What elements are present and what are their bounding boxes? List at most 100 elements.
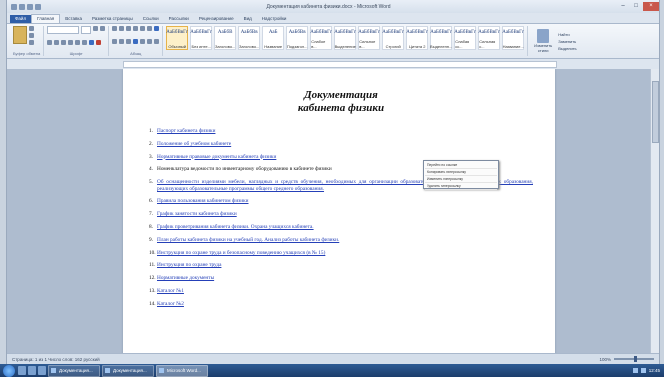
tab-view[interactable]: Вид xyxy=(239,15,257,23)
font-size-box[interactable] xyxy=(81,26,92,34)
hyperlink-context-popup[interactable]: Перейти по ссылке Копировать гиперссылку И… xyxy=(423,160,499,190)
style-item[interactable]: АаБбВвГг Без инте... xyxy=(190,26,213,50)
taskbar-item-active[interactable]: Microsoft Word... xyxy=(156,364,208,377)
list-item-link[interactable]: Нормативные документы xyxy=(157,275,214,281)
paste-icon[interactable] xyxy=(13,26,27,44)
explorer-icon[interactable] xyxy=(18,366,26,375)
find-button[interactable]: Найти xyxy=(558,32,576,37)
scrollbar-thumb[interactable] xyxy=(652,81,659,143)
media-icon[interactable] xyxy=(38,366,46,375)
style-item[interactable]: АаБбВв Подзагол... xyxy=(286,26,309,50)
list-item-number: 7. xyxy=(149,211,153,218)
font-name-box[interactable] xyxy=(47,26,80,34)
list-item-link[interactable]: Каталог №1 xyxy=(157,288,184,294)
cut-icon[interactable] xyxy=(29,26,34,31)
tab-page-layout[interactable]: Разметка страницы xyxy=(87,15,138,23)
borders-icon[interactable] xyxy=(154,38,160,44)
copy-icon[interactable] xyxy=(29,33,34,38)
popup-menu-item[interactable]: Удалить гиперссылку xyxy=(425,183,497,190)
style-item[interactable]: АаБбВвГг Сильная с... xyxy=(478,26,501,50)
document-page[interactable]: Документация кабинета физики 1. Паспорт к… xyxy=(123,69,555,353)
style-item[interactable]: АаБбВвГг Выделение xyxy=(334,26,357,50)
zoom-control[interactable]: 100% xyxy=(599,356,654,362)
align-center-icon[interactable] xyxy=(119,38,125,44)
style-item[interactable]: АаБбВвГг Название... xyxy=(502,26,525,50)
list-item-link[interactable]: Нормативные правовые документы кабинета … xyxy=(157,154,276,160)
tab-addins[interactable]: Надстройки xyxy=(257,15,292,23)
minimize-button[interactable]: – xyxy=(617,2,629,11)
style-item[interactable]: АаБбВвГг Выделенн... xyxy=(430,26,452,50)
list-item-link[interactable]: Паспорт кабинета физики xyxy=(157,128,215,134)
justify-icon[interactable] xyxy=(133,38,139,44)
underline-icon[interactable] xyxy=(61,40,67,45)
vertical-scrollbar[interactable] xyxy=(650,69,659,353)
zoom-slider[interactable] xyxy=(614,356,654,362)
increase-indent-icon[interactable] xyxy=(140,26,146,31)
grow-font-icon[interactable] xyxy=(93,26,99,31)
volume-icon[interactable] xyxy=(640,368,646,373)
tab-home[interactable]: Главная xyxy=(31,14,61,23)
style-sample: АаБбВвГг xyxy=(190,30,213,35)
list-item-link[interactable]: График проветривания кабинета физики. Ох… xyxy=(157,224,314,230)
start-button[interactable] xyxy=(3,364,15,377)
shrink-font-icon[interactable] xyxy=(100,26,106,31)
sort-icon[interactable] xyxy=(147,26,153,31)
replace-button[interactable]: Заменить xyxy=(558,39,576,44)
multilevel-list-icon[interactable] xyxy=(126,26,132,31)
style-item[interactable]: АаБбВ Заголово... xyxy=(214,26,237,50)
tab-review[interactable]: Рецензирование xyxy=(194,15,239,23)
change-styles-icon[interactable] xyxy=(537,29,550,43)
strikethrough-icon[interactable] xyxy=(68,40,74,45)
style-item[interactable]: АаБбВвГг Обычный xyxy=(166,26,189,50)
shading-icon[interactable] xyxy=(147,38,153,44)
superscript-icon[interactable] xyxy=(82,40,88,45)
taskbar-item[interactable]: Документация... xyxy=(102,364,154,377)
list-item-link[interactable]: Положение об учебном кабинете xyxy=(157,141,231,147)
tab-file[interactable]: Файл xyxy=(10,15,32,23)
subscript-icon[interactable] xyxy=(75,40,81,45)
style-item[interactable]: АаБбВвГг Строгий xyxy=(382,26,405,50)
popup-menu-item[interactable]: Копировать гиперссылку xyxy=(425,169,497,176)
close-button[interactable]: × xyxy=(643,2,659,11)
font-group-label: Шрифт xyxy=(69,51,83,56)
tab-references[interactable]: Ссылки xyxy=(138,15,164,23)
tab-insert[interactable]: Вставка xyxy=(60,15,87,23)
font-color-icon[interactable] xyxy=(96,40,102,45)
style-item[interactable]: АаБбВв Заголово... xyxy=(238,26,261,50)
style-item[interactable]: АаБ Название xyxy=(262,26,285,50)
network-icon[interactable] xyxy=(632,368,638,373)
style-item[interactable]: АаБбВвГг Слабая сс... xyxy=(454,26,477,50)
list-item-link[interactable]: Инструкция по охране труда xyxy=(157,262,221,268)
list-item-link[interactable]: Каталог №2 xyxy=(157,301,184,307)
show-marks-icon[interactable] xyxy=(154,26,160,31)
style-sample: АаБбВ xyxy=(217,30,233,35)
popup-menu-item[interactable]: Перейти по ссылке xyxy=(425,162,497,169)
align-left-icon[interactable] xyxy=(112,38,118,44)
list-item-link[interactable]: Инструкция по охране труда и безопасному… xyxy=(157,250,325,256)
style-item[interactable]: АаБбВвГг Цитата 2 xyxy=(406,26,429,50)
italic-icon[interactable] xyxy=(54,40,60,45)
browser-icon[interactable] xyxy=(28,366,36,375)
decrease-indent-icon[interactable] xyxy=(133,26,139,31)
taskbar-item[interactable]: Документация... xyxy=(48,364,100,377)
select-button[interactable]: Выделить xyxy=(558,46,576,51)
highlight-icon[interactable] xyxy=(89,40,95,45)
format-painter-icon[interactable] xyxy=(29,40,34,45)
maximize-button[interactable]: □ xyxy=(630,2,642,11)
tab-mailings[interactable]: Рассылки xyxy=(164,15,194,23)
bullets-icon[interactable] xyxy=(112,26,118,31)
list-item-link[interactable]: Правила пользования кабинетом физики xyxy=(157,198,249,204)
numbering-icon[interactable] xyxy=(119,26,125,31)
list-item-link[interactable]: План работы кабинета физики на учебный г… xyxy=(157,237,339,243)
list-item: 2. Положение об учебном кабинете xyxy=(149,141,533,148)
popup-menu-item[interactable]: Изменить гиперссылку xyxy=(425,176,497,183)
change-styles-label: Изменить стили xyxy=(534,43,553,53)
style-item[interactable]: АаБбВвГг Слабое в... xyxy=(310,26,333,50)
align-right-icon[interactable] xyxy=(126,38,132,44)
list-item-link[interactable]: График занятости кабинета физики xyxy=(157,211,237,217)
line-spacing-icon[interactable] xyxy=(140,38,146,44)
save-icon[interactable] xyxy=(19,3,25,10)
undo-icon[interactable] xyxy=(27,3,33,10)
style-item[interactable]: АаБбВвГг Сильное в... xyxy=(358,26,381,50)
bold-icon[interactable] xyxy=(47,40,53,45)
